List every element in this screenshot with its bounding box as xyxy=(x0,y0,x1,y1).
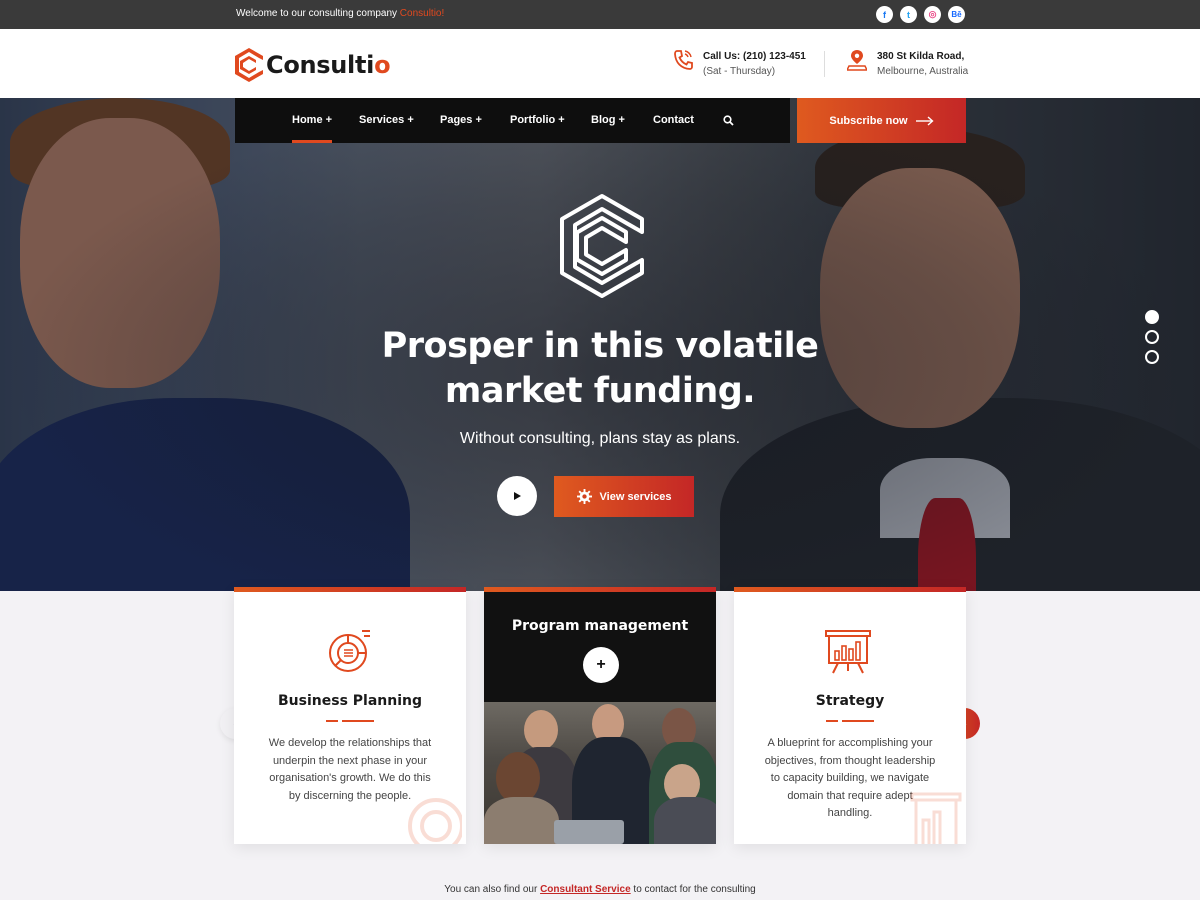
top-bar: Welcome to our consulting company Consul… xyxy=(0,0,1200,29)
nav-portfolio[interactable]: Portfolio + xyxy=(510,98,565,143)
note-text-before: You can also find our xyxy=(444,884,541,895)
logo-mark-icon xyxy=(235,48,263,82)
hero-logo-icon xyxy=(560,194,644,298)
consultant-service-note: You can also find our Consultant Service… xyxy=(0,884,1200,895)
address-line-2: Melbourne, Australia xyxy=(877,66,969,77)
view-services-button[interactable]: View services xyxy=(554,476,694,517)
call-block: Call Us: (210) 123-451 (Sat - Thursday) xyxy=(673,49,806,79)
slider-pagination xyxy=(1145,310,1159,364)
dribbble-icon[interactable]: ◎ xyxy=(924,6,941,23)
welcome-message: Welcome to our consulting company Consul… xyxy=(236,8,444,19)
facebook-icon[interactable]: f xyxy=(876,6,893,23)
logo-text: Consultio xyxy=(266,51,391,79)
service-card-business-planning[interactable]: Business Planning We develop the relatio… xyxy=(234,587,466,844)
nav-contact[interactable]: Contact xyxy=(653,98,694,143)
twitter-icon[interactable]: t xyxy=(900,6,917,23)
consultant-service-link[interactable]: Consultant Service xyxy=(540,884,631,895)
gear-icon xyxy=(576,489,592,504)
hero-title-line-2: market funding. xyxy=(444,371,756,411)
hero-title: Prosper in this volatile market funding. xyxy=(300,324,900,414)
behance-icon[interactable]: Bē xyxy=(948,6,965,23)
hero-title-line-1: Prosper in this volatile xyxy=(381,326,819,366)
service-card-program-management[interactable]: Program management + xyxy=(484,587,716,844)
search-icon[interactable] xyxy=(723,98,734,143)
play-icon xyxy=(514,492,521,500)
nav-services[interactable]: Services + xyxy=(359,98,414,143)
main-nav: Home + Services + Pages + Portfolio + Bl… xyxy=(235,98,790,143)
subscribe-label: Subscribe now xyxy=(829,114,908,127)
header-divider xyxy=(824,51,825,77)
card-title: Business Planning xyxy=(278,693,422,709)
presentation-board-watermark-icon xyxy=(910,792,962,844)
call-number[interactable]: Call Us: (210) 123-451 xyxy=(703,49,806,64)
nav-home[interactable]: Home + xyxy=(292,98,333,143)
card-title-underline xyxy=(826,720,874,722)
subscribe-button[interactable]: Subscribe now xyxy=(797,98,966,143)
pie-chart-watermark-icon xyxy=(408,798,462,844)
phone-icon xyxy=(674,50,693,70)
hero-slider: Home + Services + Pages + Portfolio + Bl… xyxy=(0,98,1200,591)
team-meeting-photo xyxy=(484,702,716,844)
presentation-board-icon xyxy=(825,630,871,674)
service-card-strategy[interactable]: Strategy A blueprint for accomplishing y… xyxy=(734,587,966,844)
address-block: 380 St Kilda Road, Melbourne, Australia xyxy=(847,49,968,79)
social-links: f t ◎ Bē xyxy=(876,6,965,23)
card-title: Program management xyxy=(511,618,689,634)
site-logo[interactable]: Consultio xyxy=(234,47,391,83)
arrow-right-icon xyxy=(915,115,934,126)
photo-laptop xyxy=(554,820,624,844)
welcome-text: Welcome to our consulting company xyxy=(236,8,400,19)
card-accent-line xyxy=(484,587,716,592)
slider-dot-2[interactable] xyxy=(1145,330,1159,344)
welcome-brand: Consultio! xyxy=(399,8,445,19)
call-hours: (Sat - Thursday) xyxy=(703,66,776,77)
photo-person-5-body xyxy=(654,797,716,844)
site-header: Consultio Call Us: (210) 123-451 (Sat - … xyxy=(0,29,1200,98)
slider-dot-3[interactable] xyxy=(1145,350,1159,364)
photo-person-2-body xyxy=(484,797,559,844)
card-accent-line xyxy=(234,587,466,592)
pie-chart-icon xyxy=(329,630,370,672)
play-video-button[interactable] xyxy=(497,476,537,516)
card-title: Strategy xyxy=(815,693,885,709)
hero-subtitle: Without consulting, plans stay as plans. xyxy=(459,430,741,447)
view-services-label: View services xyxy=(599,490,672,503)
nav-pages[interactable]: Pages + xyxy=(440,98,482,143)
address-line-1: 380 St Kilda Road, xyxy=(877,51,965,62)
card-accent-line xyxy=(734,587,966,592)
plus-icon[interactable]: + xyxy=(583,647,619,683)
nav-blog[interactable]: Blog + xyxy=(591,98,625,143)
photo-person-1 xyxy=(524,710,558,750)
card-title-underline xyxy=(326,720,374,722)
slider-dot-1[interactable] xyxy=(1145,310,1159,324)
note-text-after: to contact for the consulting xyxy=(630,884,756,895)
map-pin-icon xyxy=(847,50,867,71)
